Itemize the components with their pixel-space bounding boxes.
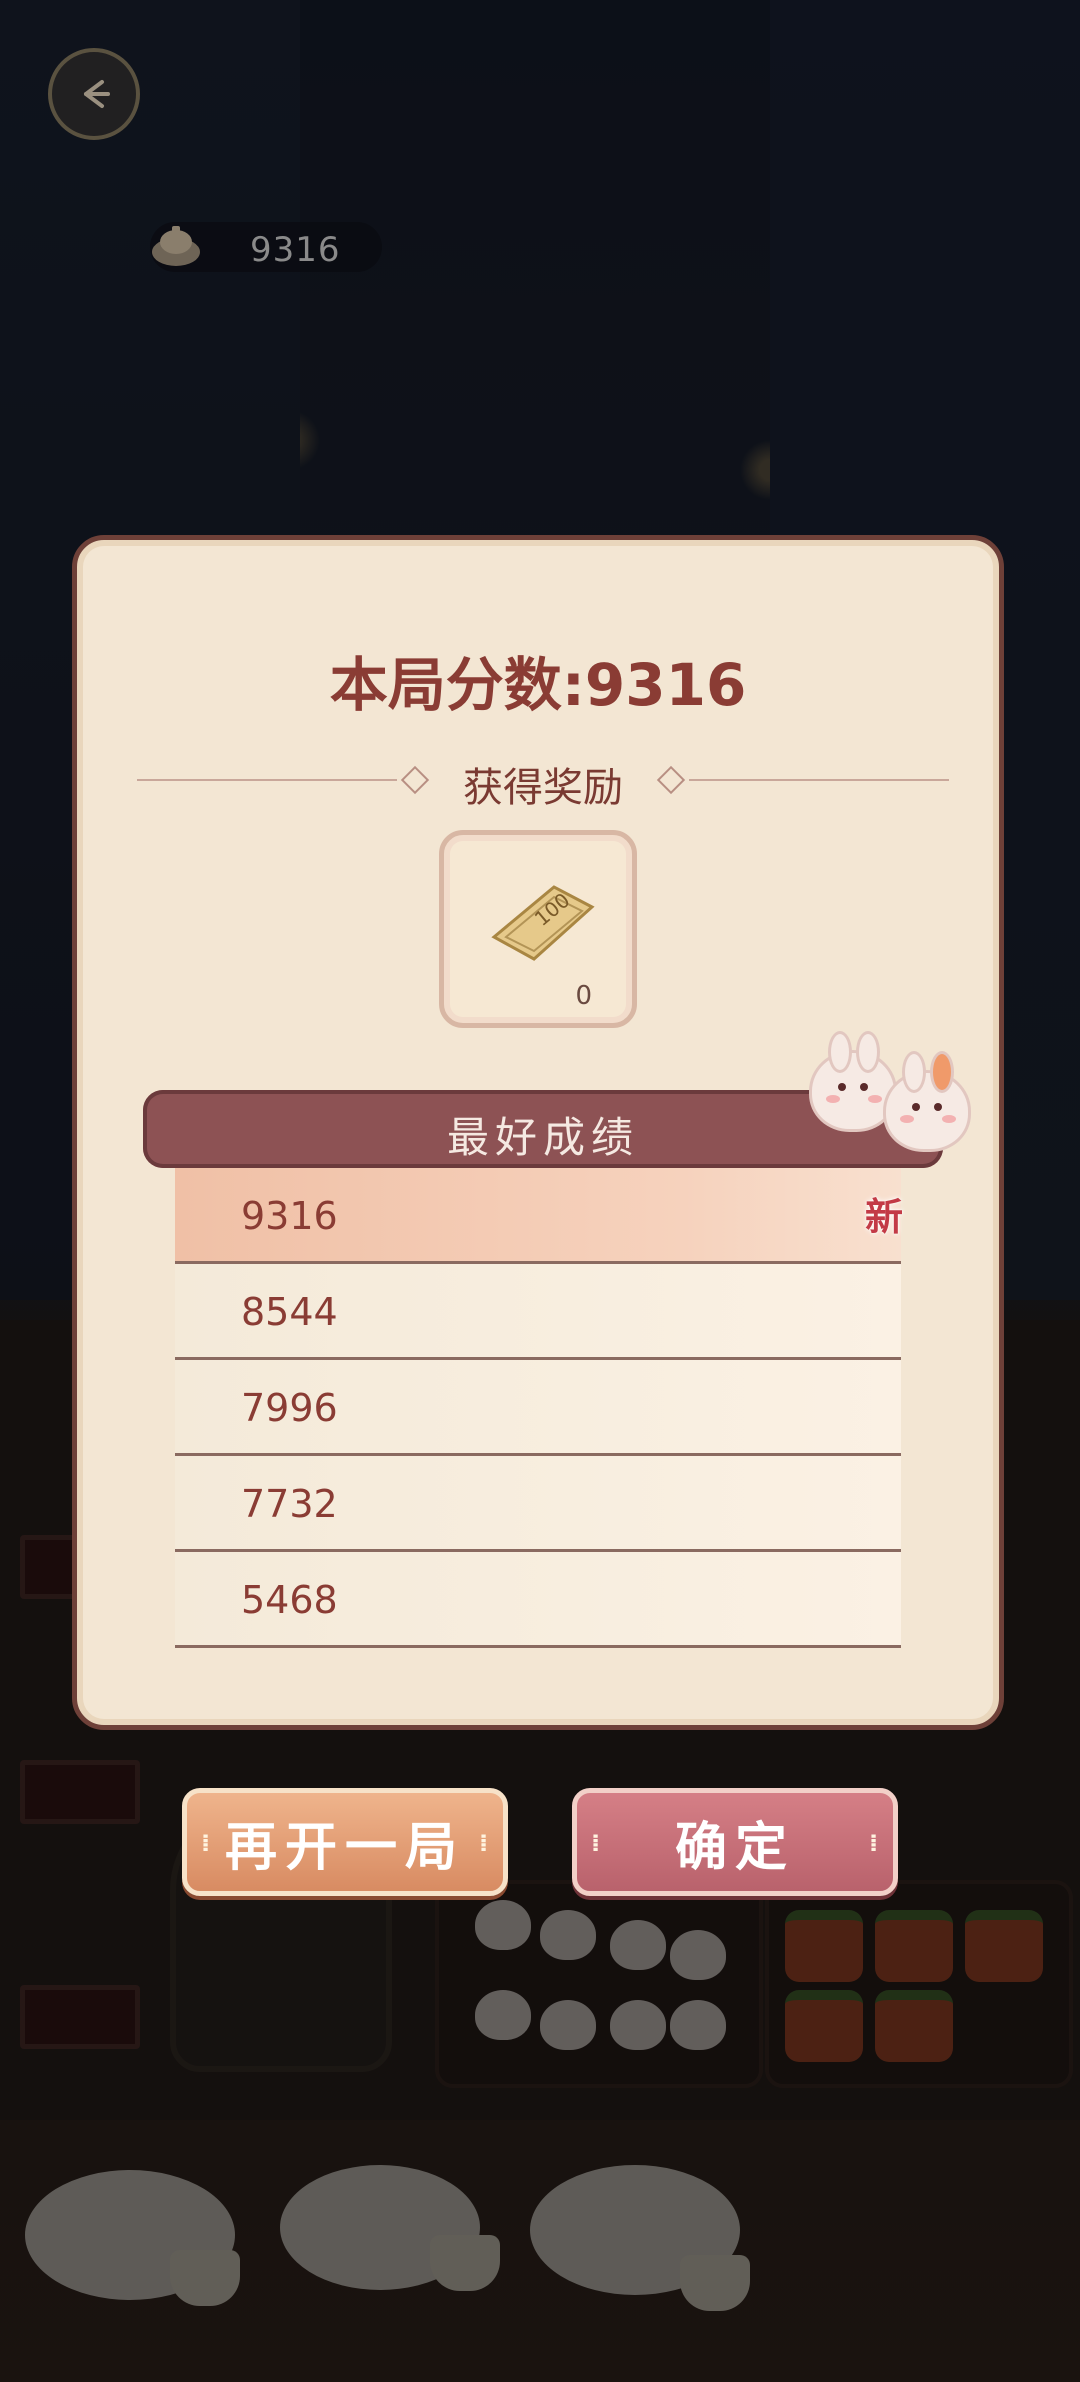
new-record-badge: 新 bbox=[865, 1195, 904, 1239]
back-arrow-icon bbox=[84, 80, 110, 108]
score-value: 5468 bbox=[241, 1578, 338, 1622]
confirm-button[interactable]: ⁞ 确定 ⁞ bbox=[572, 1788, 898, 1896]
score-value: 7996 bbox=[241, 1386, 338, 1430]
bunny-mascot-icon bbox=[883, 1051, 971, 1152]
ticket-100-icon: 100 bbox=[491, 885, 595, 961]
ornament-icon: ⁞ bbox=[591, 1829, 609, 1857]
score-value: 7732 bbox=[241, 1482, 338, 1526]
reward-header: 获得奖励 bbox=[137, 755, 949, 811]
ornament-icon: ⁞ bbox=[201, 1829, 219, 1857]
coin-counter: 9316 bbox=[150, 222, 382, 272]
coin-value: 9316 bbox=[250, 230, 341, 270]
teapot-coin-icon bbox=[152, 226, 200, 266]
reward-item-slot[interactable]: 100 0 bbox=[439, 830, 637, 1028]
score-row: 9316 新 bbox=[175, 1168, 903, 1264]
reward-label: 获得奖励 bbox=[463, 765, 623, 811]
score-row: 7996 bbox=[175, 1360, 901, 1456]
best-score-list: 9316 新 8544 7996 7732 5468 bbox=[175, 1168, 903, 1648]
round-score-title: 本局分数:9316 bbox=[329, 651, 747, 719]
result-panel: 本局分数:9316 获得奖励 100 0 最好成绩 9316 新 8544 79… bbox=[72, 535, 1004, 1730]
restart-button[interactable]: ⁞ 再开一局 ⁞ bbox=[182, 1788, 508, 1896]
score-row: 7732 bbox=[175, 1456, 901, 1552]
score-value: 8544 bbox=[241, 1290, 338, 1334]
back-button[interactable] bbox=[48, 48, 140, 140]
reward-count: 0 bbox=[575, 981, 592, 1011]
restart-label: 再开一局 bbox=[224, 1817, 465, 1878]
score-row: 5468 bbox=[175, 1552, 901, 1648]
score-row: 8544 bbox=[175, 1264, 901, 1360]
confirm-label: 确定 bbox=[674, 1817, 795, 1878]
ornament-icon: ⁞ bbox=[869, 1829, 887, 1857]
ornament-icon: ⁞ bbox=[479, 1829, 497, 1857]
divider-line bbox=[689, 779, 949, 781]
score-value: 9316 bbox=[241, 1194, 338, 1238]
